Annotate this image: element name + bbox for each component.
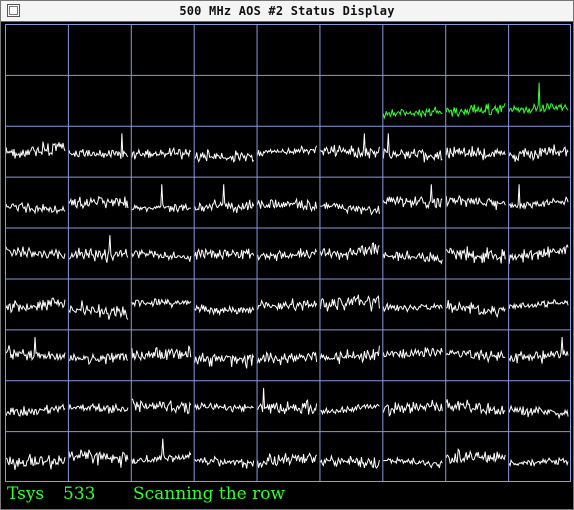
spectrum-trace xyxy=(5,336,66,362)
spectrum-trace xyxy=(382,399,443,417)
spectrum-trace xyxy=(194,455,255,469)
spectrum-trace xyxy=(68,352,129,366)
spectrum-trace xyxy=(68,300,129,320)
spectrum-trace xyxy=(319,294,380,312)
spectrum-trace xyxy=(445,146,506,161)
spectrum-trace xyxy=(383,456,443,469)
spectrum-trace xyxy=(131,398,192,415)
spectrum-trace xyxy=(445,194,506,211)
spectrum-trace xyxy=(319,345,380,365)
title-bar[interactable]: 500 MHz AOS #2 Status Display xyxy=(1,1,573,22)
spectrum-trace xyxy=(508,404,569,420)
spectrum-trace xyxy=(508,184,569,210)
spectrum-grid xyxy=(5,24,571,482)
spectrum-trace xyxy=(194,304,255,317)
spectrum-trace xyxy=(320,202,380,216)
spectrum-trace xyxy=(445,246,506,264)
spectrum-trace xyxy=(382,133,443,163)
spectrum-trace xyxy=(445,349,506,364)
spectrum-trace xyxy=(320,403,380,416)
tsys-label: Tsys xyxy=(7,484,45,504)
spectrum-trace xyxy=(131,146,192,160)
spectrum-trace xyxy=(131,345,192,362)
tsys-value: 533 xyxy=(63,484,96,504)
spectrum-trace xyxy=(194,247,255,261)
spectrum-trace xyxy=(5,403,66,417)
spectrum-trace xyxy=(5,201,66,215)
spectrum-trace xyxy=(257,387,318,415)
status-display-window: 500 MHz AOS #2 Status Display Tsys 533 S… xyxy=(0,0,574,510)
spectrum-trace xyxy=(257,197,318,213)
spectrum-trace xyxy=(508,82,569,115)
spectrum-trace xyxy=(194,149,255,163)
spectrum-trace xyxy=(319,133,380,159)
spectrum-trace xyxy=(382,184,443,210)
spectrum-trace xyxy=(257,452,318,469)
spectrum-trace xyxy=(445,447,506,465)
window-title: 500 MHz AOS #2 Status Display xyxy=(179,4,395,18)
spectrum-trace xyxy=(382,347,443,359)
spectrum-trace xyxy=(508,243,569,265)
spectrum-trace xyxy=(68,449,129,468)
spectrum-trace xyxy=(257,145,318,157)
spectrum-trace xyxy=(508,298,569,311)
spectrum-grid-display xyxy=(5,24,571,482)
spectrum-trace xyxy=(508,456,569,468)
spectrum-trace xyxy=(68,133,129,159)
spectrum-trace xyxy=(319,454,380,469)
spectrum-trace xyxy=(257,248,318,262)
spectrum-trace xyxy=(5,297,66,314)
spectrum-trace xyxy=(194,401,254,413)
spectrum-trace xyxy=(508,144,569,162)
spectrum-trace xyxy=(194,352,255,369)
spectrum-trace xyxy=(5,453,66,470)
spectrum-trace xyxy=(131,248,192,262)
spectrum-trace xyxy=(508,336,569,364)
spectrum-trace xyxy=(382,301,443,313)
spectrum-trace xyxy=(131,184,191,214)
spectrum-trace xyxy=(445,399,506,416)
spectrum-trace xyxy=(131,298,192,310)
spectrum-trace xyxy=(319,242,380,260)
spectrum-trace xyxy=(194,184,255,214)
spectrum-trace xyxy=(68,235,129,263)
spectrum-trace xyxy=(5,246,66,260)
spectrum-trace xyxy=(382,250,443,265)
spectrum-trace xyxy=(257,351,318,366)
spectrum-trace xyxy=(257,298,318,312)
status-message: Scanning the row xyxy=(133,484,286,504)
spectrum-trace xyxy=(131,438,192,465)
spectrum-trace xyxy=(382,106,443,120)
spectrum-trace xyxy=(445,300,506,319)
spectrum-trace xyxy=(68,195,129,210)
status-bar: Tsys 533 Scanning the row xyxy=(1,483,573,509)
spectrum-trace xyxy=(68,402,129,414)
spectrum-trace xyxy=(445,103,506,118)
spectrum-trace xyxy=(5,141,66,159)
